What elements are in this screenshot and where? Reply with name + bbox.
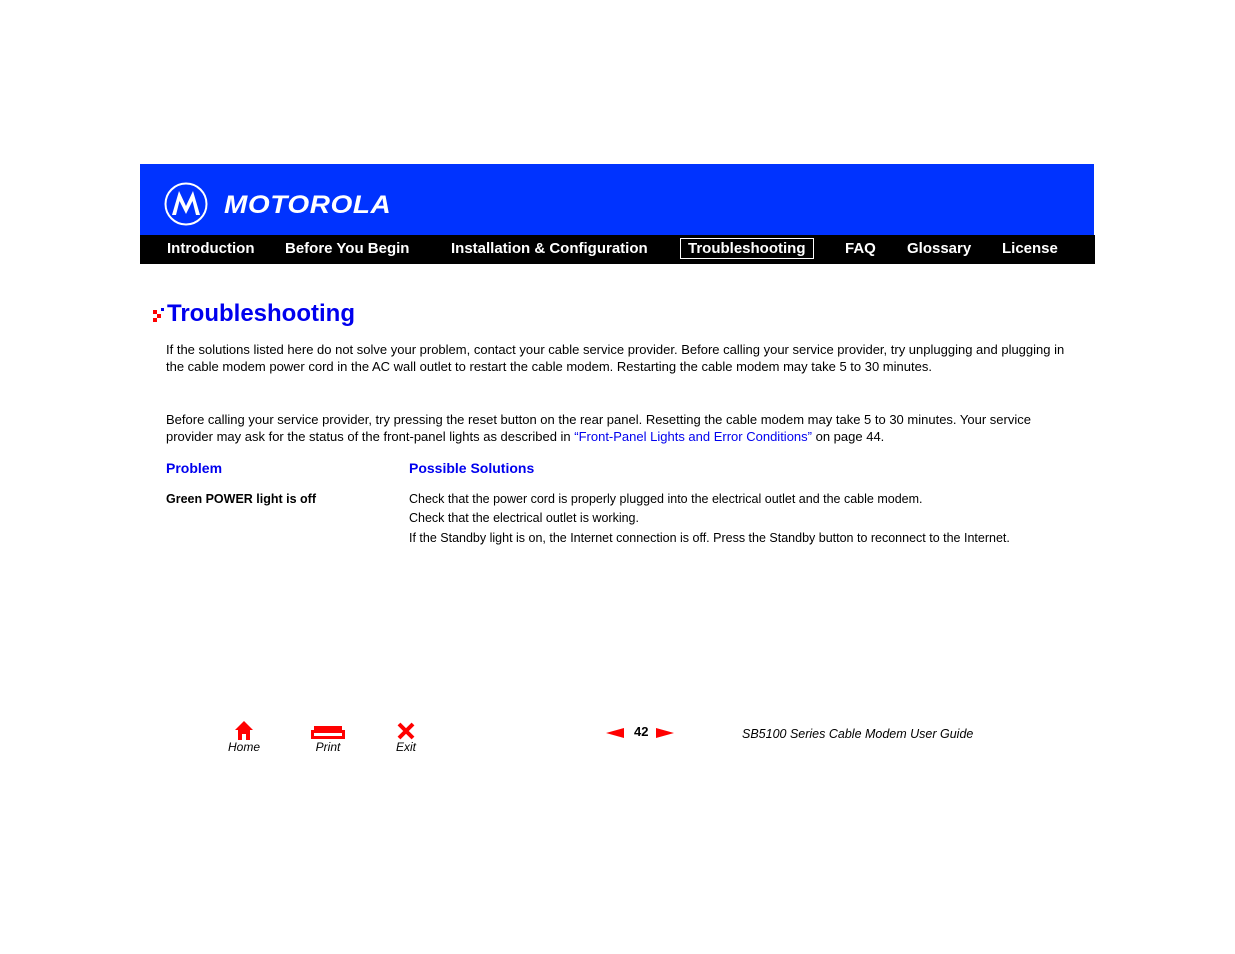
printer-icon [311,726,345,739]
page-title: Troubleshooting [167,300,355,327]
nav-troubleshooting[interactable]: Troubleshooting [680,238,814,259]
solution-item: Check that the electrical outlet is work… [409,511,639,525]
home-label: Home [227,740,260,754]
red-arrow-bullet-icon [153,308,164,322]
print-button[interactable]: Print [298,720,358,754]
print-label: Print [315,740,341,754]
nav-faq[interactable]: FAQ [845,239,876,258]
exit-button[interactable]: Exit [376,720,436,754]
page-number: 42 [634,724,649,739]
solutions-column-header: Possible Solutions [409,460,535,476]
problem-column-header: Problem [166,460,223,476]
exit-label: Exit [395,740,416,754]
nav-installation-configuration[interactable]: Installation & Configuration [451,239,648,258]
nav-glossary[interactable]: Glossary [907,239,971,258]
brand-wordmark: MOTOROLA [224,191,392,219]
nav-introduction[interactable]: Introduction [167,239,254,258]
solution-item: If the Standby light is on, the Internet… [409,531,1010,545]
next-page-arrow-icon[interactable] [656,728,674,738]
home-button[interactable]: Home [214,720,274,754]
previous-page-arrow-icon[interactable] [606,728,624,738]
solution-item: Check that the power cord is properly pl… [409,492,923,506]
nav-before-you-begin[interactable]: Before You Begin [285,239,409,258]
header-banner: MOTOROLA [140,164,1094,235]
close-x-icon [397,722,415,740]
home-icon [235,721,253,740]
reset-paragraph-tail: on page 44. [812,429,885,444]
reset-paragraph: Before calling your service provider, tr… [166,411,1076,445]
problem-cell: Green POWER light is off [166,492,317,506]
nav-license[interactable]: License [1002,239,1058,258]
guide-title: SB5100 Series Cable Modem User Guide [742,727,974,741]
motorola-logo-icon [164,182,208,226]
top-nav: Introduction Before You Begin Installati… [140,235,1095,264]
front-panel-lights-link[interactable]: “Front-Panel Lights and Error Conditions… [574,429,812,444]
intro-paragraph: If the solutions listed here do not solv… [166,342,1065,374]
